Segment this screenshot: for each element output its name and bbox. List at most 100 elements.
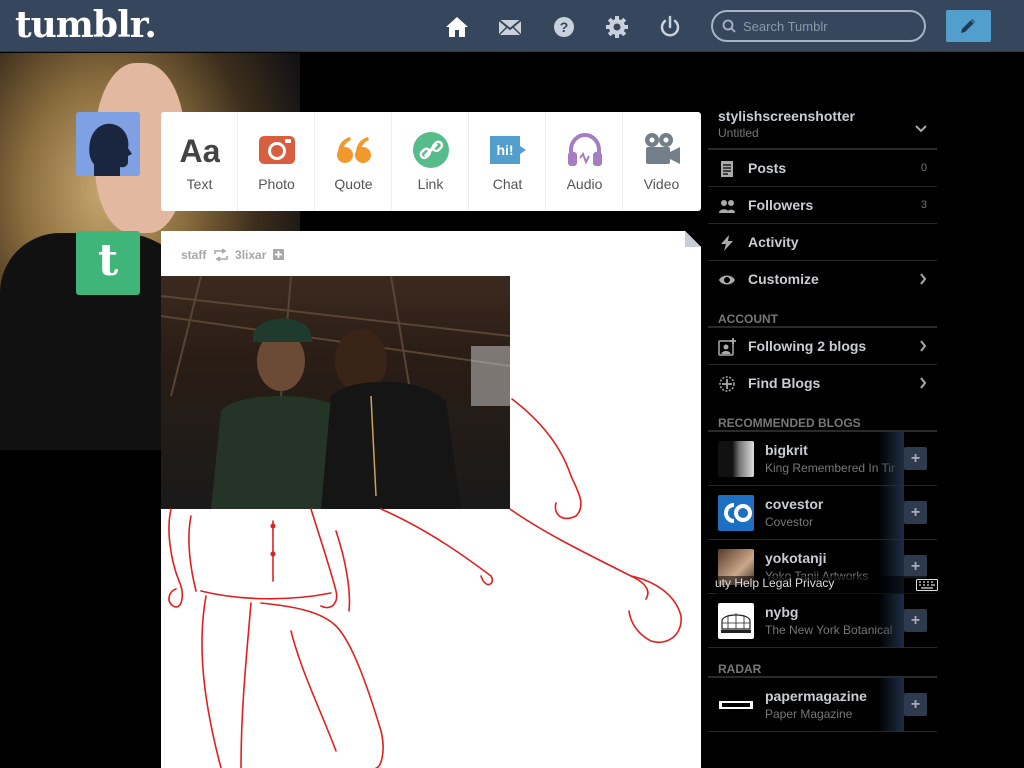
quote-icon: [337, 137, 371, 163]
row-fade: [878, 678, 904, 732]
sidebar-item-label: Customize: [748, 271, 819, 287]
posts-icon: [721, 161, 733, 177]
footer-links-overlay: uty Help Legal Privacy: [715, 576, 940, 594]
svg-text:hi!: hi!: [496, 142, 513, 158]
right-sidebar: stylishscreenshotter Untitled Posts 0 Fo…: [708, 100, 937, 732]
post-dog-ear: [685, 231, 701, 247]
row-fade: [878, 432, 904, 486]
post-photo[interactable]: [161, 276, 510, 509]
follow-button[interactable]: +: [904, 501, 927, 524]
follow-button[interactable]: +: [904, 693, 927, 716]
post-type-label: Chat: [492, 176, 523, 192]
row-fade: [878, 486, 904, 540]
nybg-logo-icon: [721, 613, 751, 633]
reblog-icon: [213, 248, 228, 262]
tumblr-logo[interactable]: tumblr.: [15, 4, 157, 46]
posts-count: 0: [920, 162, 927, 174]
audio-icon: [568, 132, 602, 166]
sidebar-item-customize[interactable]: Customize: [708, 261, 937, 298]
sidebar-item-followers[interactable]: Followers 3: [708, 187, 937, 224]
home-icon[interactable]: [444, 14, 470, 40]
footer-links-text: uty Help Legal Privacy: [715, 576, 835, 590]
blog-name: stylishscreenshotter: [718, 108, 855, 124]
account-section-header: ACCOUNT: [708, 298, 937, 328]
keyboard-icon[interactable]: [916, 579, 938, 591]
blog-avatar: [718, 495, 754, 531]
drawing-dot: [270, 551, 276, 557]
sidebar-item-following[interactable]: Following 2 blogs: [708, 328, 937, 365]
row-fade: [878, 594, 904, 648]
blog-avatar: [718, 687, 754, 723]
search-input[interactable]: [743, 17, 918, 35]
post-type-label: Photo: [258, 176, 295, 192]
gear-icon[interactable]: [604, 14, 630, 40]
default-avatar-silhouette-icon: [76, 112, 140, 176]
blog-name: nybg: [765, 604, 799, 620]
blog-name: papermagazine: [765, 688, 867, 704]
reblog-source-link[interactable]: 3lixar: [235, 248, 266, 262]
search-box[interactable]: [711, 10, 926, 42]
post-header: staff 3lixar: [181, 247, 284, 262]
post-type-label: Text: [186, 176, 213, 192]
help-icon[interactable]: ?: [551, 14, 577, 40]
blog-name: bigkrit: [765, 442, 808, 458]
dashboard-post: staff 3lixar: [161, 231, 701, 768]
recommended-blog-item[interactable]: bigkrit King Remembered In Time +: [708, 432, 937, 486]
text-icon: Aa: [180, 133, 220, 169]
sidebar-item-posts[interactable]: Posts 0: [708, 150, 937, 187]
user-avatar[interactable]: [76, 112, 140, 176]
post-type-link[interactable]: Link: [392, 112, 469, 211]
recommended-blog-item[interactable]: covestor Covestor +: [708, 486, 937, 540]
svg-text:Aa: Aa: [180, 133, 220, 169]
blog-description: Covestor: [765, 515, 814, 529]
video-icon: [645, 133, 680, 164]
followers-icon: [719, 200, 735, 213]
follow-plus-icon[interactable]: [272, 249, 284, 261]
chevron-right-icon: [920, 340, 927, 352]
blog-name: yokotanji: [765, 550, 827, 566]
blog-switcher[interactable]: stylishscreenshotter Untitled: [708, 100, 937, 150]
post-type-quote[interactable]: Quote: [315, 112, 392, 211]
follow-button[interactable]: +: [904, 555, 927, 578]
sidebar-item-label: Posts: [748, 160, 787, 176]
chevron-right-icon: [920, 273, 927, 285]
power-icon[interactable]: [657, 14, 683, 40]
blog-avatar: [718, 441, 754, 477]
sidebar-item-label: Find Blogs: [748, 375, 821, 391]
chevron-down-icon: [915, 125, 927, 133]
mail-icon[interactable]: [497, 14, 523, 40]
search-icon: [722, 19, 736, 33]
sidebar-item-label: Followers: [748, 197, 814, 213]
post-type-label: Video: [643, 176, 680, 192]
post-type-label: Quote: [334, 176, 373, 192]
post-type-video[interactable]: Video: [623, 112, 700, 211]
recommended-blog-item[interactable]: nybg The New York Botanical Garden +: [708, 594, 937, 648]
compose-post-button[interactable]: [946, 10, 991, 42]
drawing-dot: [270, 523, 276, 529]
radar-header: RADAR: [708, 648, 937, 678]
covestor-logo-icon: [724, 503, 752, 523]
post-author-link[interactable]: staff: [181, 248, 206, 262]
follow-button[interactable]: +: [904, 609, 927, 632]
link-icon: [413, 132, 449, 168]
radar-blog-item[interactable]: papermagazine Paper Magazine +: [708, 678, 937, 732]
sidebar-item-activity[interactable]: Activity: [708, 224, 937, 261]
staff-avatar[interactable]: t: [76, 231, 140, 295]
post-type-photo[interactable]: Photo: [238, 112, 315, 211]
top-navigation-bar: tumblr. ?: [0, 0, 1024, 52]
chevron-right-icon: [920, 377, 927, 389]
blog-name: covestor: [765, 496, 824, 512]
pencil-icon: [961, 19, 975, 33]
sidebar-item-find-blogs[interactable]: Find Blogs: [708, 365, 937, 402]
staff-avatar-letter: t: [97, 235, 119, 286]
following-icon: [718, 338, 736, 356]
post-type-chat[interactable]: hi! Chat: [469, 112, 546, 211]
blog-title: Untitled: [718, 126, 759, 140]
follow-button[interactable]: +: [904, 447, 927, 470]
post-type-text[interactable]: Aa Text: [161, 112, 238, 211]
blog-description: The New York Botanical Garden: [765, 623, 895, 637]
photo-scene: [161, 276, 510, 509]
sidebar-item-label: Following 2 blogs: [748, 338, 867, 354]
lightning-icon: [721, 235, 733, 251]
post-type-audio[interactable]: Audio: [546, 112, 623, 211]
